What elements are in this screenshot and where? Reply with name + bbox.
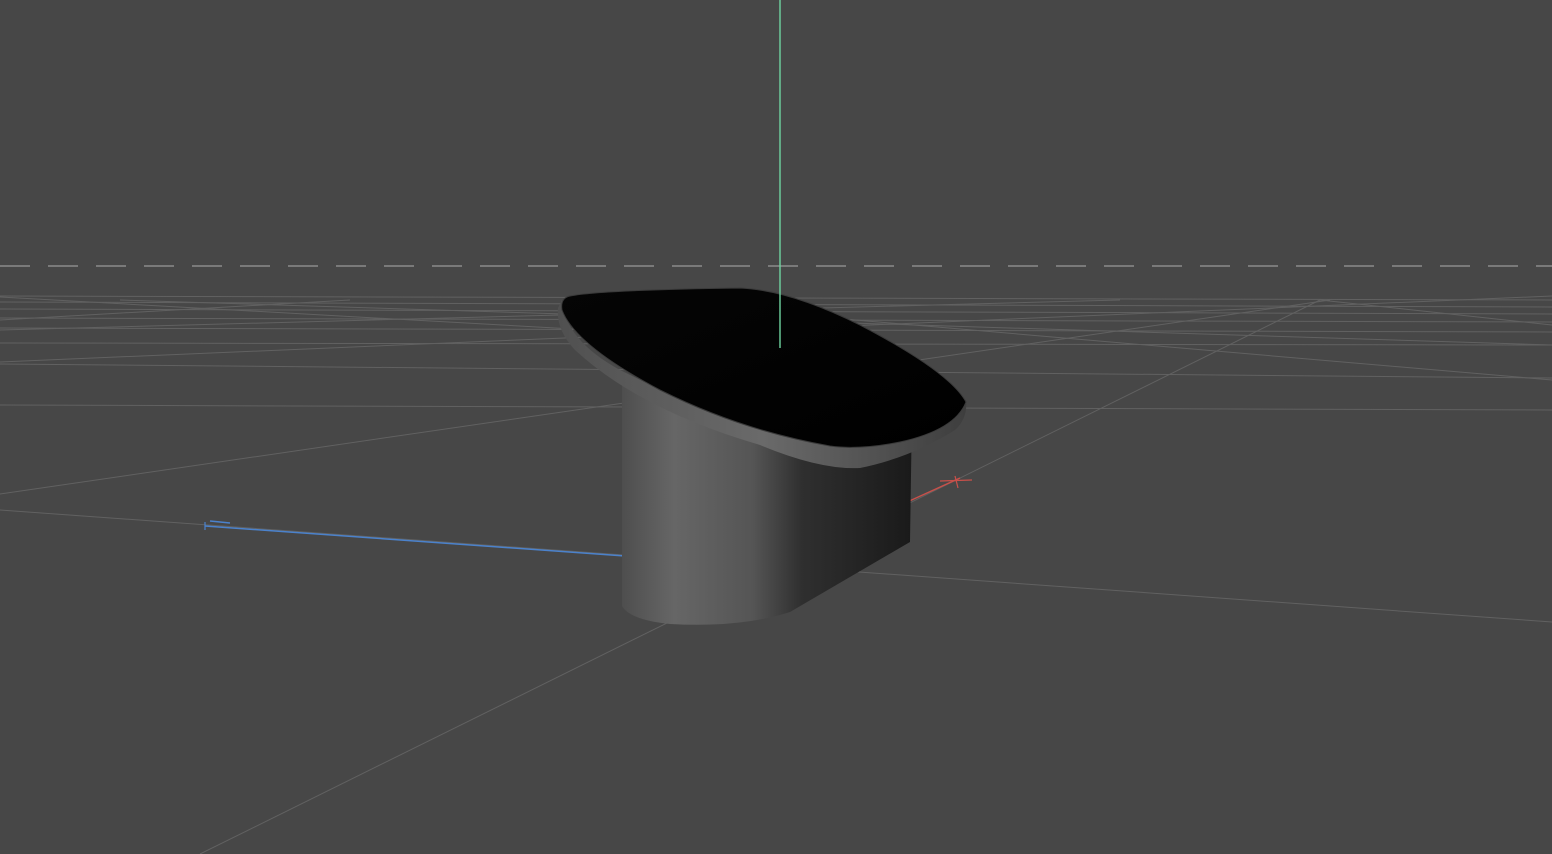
x-axis: [904, 475, 973, 504]
stool-3d-model[interactable]: [557, 287, 967, 625]
3d-viewport[interactable]: [0, 0, 1552, 854]
viewport-canvas[interactable]: [0, 0, 1552, 854]
z-axis: [204, 520, 626, 557]
